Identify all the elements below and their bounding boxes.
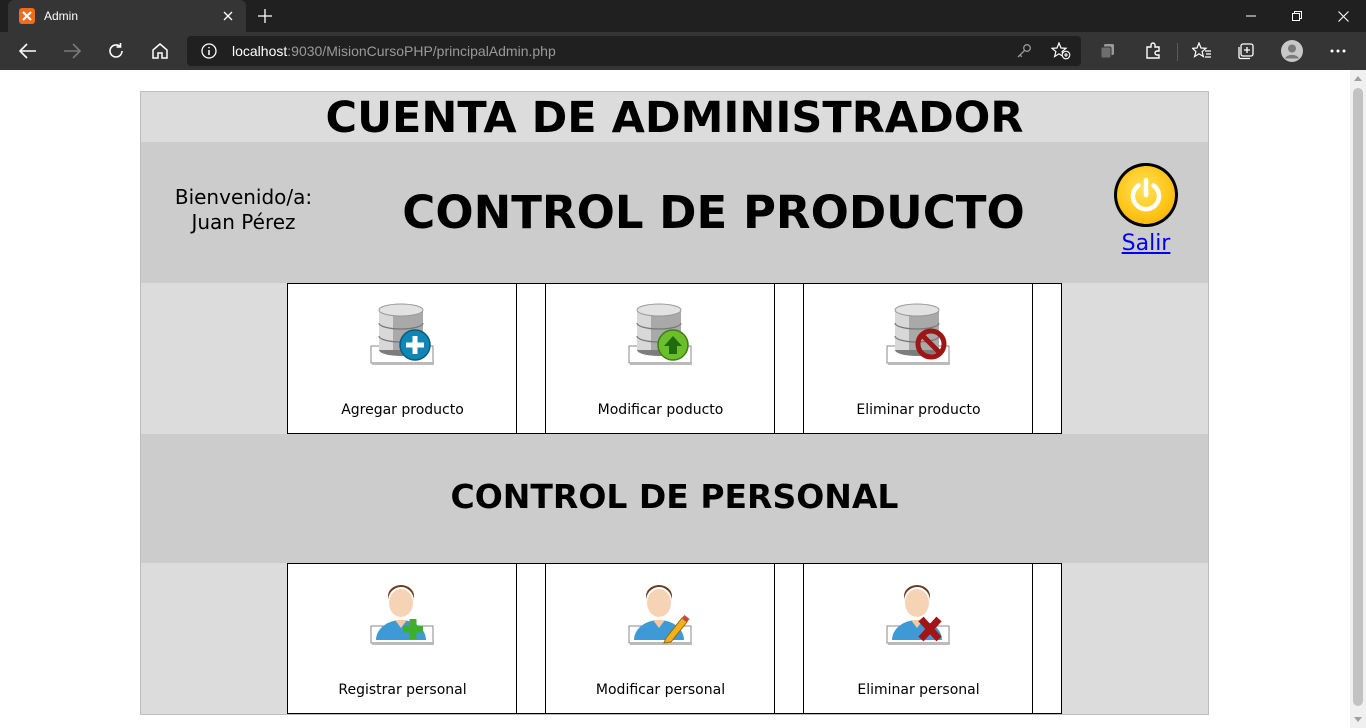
user-delete-icon[interactable] xyxy=(884,580,954,650)
logout-link[interactable]: Salir xyxy=(1113,231,1179,256)
new-tab-icon[interactable] xyxy=(251,2,279,30)
personal-section-title: CONTROL DE PERSONAL xyxy=(450,477,899,516)
row-spacer xyxy=(517,564,546,713)
scrollbar-thumb[interactable] xyxy=(1353,88,1363,706)
page-title: CUENTA DE ADMINISTRADOR xyxy=(141,92,1208,143)
minimize-icon[interactable] xyxy=(1228,0,1274,32)
user-add-icon[interactable] xyxy=(368,580,438,650)
scroll-up-icon[interactable] xyxy=(1354,76,1362,81)
row-spacer xyxy=(1033,284,1062,433)
personal-header-band: CONTROL DE PERSONAL xyxy=(141,434,1208,563)
url-host: localhost xyxy=(232,43,288,59)
personal-actions-row: Registrar personal Modificar personal El… xyxy=(287,563,1062,714)
delete-personal-cell[interactable]: Eliminar personal xyxy=(804,564,1033,713)
add-product-label[interactable]: Agregar producto xyxy=(288,402,517,418)
database-delete-icon[interactable] xyxy=(884,300,954,370)
browser-toolbar: localhost:9030/MisionCursoPHP/principalA… xyxy=(0,32,1366,70)
product-actions-row: Agregar producto Modificar poducto Elimi… xyxy=(287,283,1062,434)
favorites-icon[interactable] xyxy=(1186,36,1218,66)
home-icon[interactable] xyxy=(144,36,176,66)
restore-icon[interactable] xyxy=(1274,0,1320,32)
row-spacer xyxy=(517,284,546,433)
row-spacer xyxy=(775,284,804,433)
tab-close-icon[interactable] xyxy=(214,2,242,30)
address-bar[interactable]: localhost:9030/MisionCursoPHP/principalA… xyxy=(187,36,1081,66)
settings-more-icon[interactable] xyxy=(1322,36,1354,66)
product-section-title: CONTROL DE PRODUCTO xyxy=(402,186,1025,239)
tab-title: Admin xyxy=(44,9,79,23)
delete-product-label[interactable]: Eliminar producto xyxy=(804,402,1033,418)
database-update-icon[interactable] xyxy=(626,300,696,370)
power-icon[interactable] xyxy=(1114,163,1178,227)
delete-personal-label[interactable]: Eliminar personal xyxy=(804,682,1033,698)
tab-actions-icon[interactable] xyxy=(1230,36,1262,66)
back-icon[interactable] xyxy=(12,36,44,66)
add-product-cell[interactable]: Agregar producto xyxy=(288,284,517,433)
modify-product-cell[interactable]: Modificar poducto xyxy=(546,284,775,433)
user-edit-icon[interactable] xyxy=(626,580,696,650)
browser-titlebar: Admin xyxy=(0,0,1366,32)
admin-panel: CUENTA DE ADMINISTRADOR Bienvenido/a: Ju… xyxy=(140,91,1209,715)
url-text[interactable]: localhost:9030/MisionCursoPHP/principalA… xyxy=(232,43,556,59)
scroll-down-icon[interactable] xyxy=(1354,717,1362,722)
toolbar-separator xyxy=(1177,43,1178,61)
url-path: :9030/MisionCursoPHP/principalAdmin.php xyxy=(287,43,556,59)
register-personal-cell[interactable]: Registrar personal xyxy=(288,564,517,713)
profile-avatar-icon[interactable] xyxy=(1276,36,1308,66)
browser-tab[interactable]: Admin xyxy=(8,0,246,32)
row-spacer xyxy=(1033,564,1062,713)
modify-personal-cell[interactable]: Modificar personal xyxy=(546,564,775,713)
site-info-icon[interactable] xyxy=(199,41,219,61)
key-icon[interactable] xyxy=(1014,41,1034,61)
xampp-favicon-icon xyxy=(19,8,35,24)
modify-personal-label[interactable]: Modificar personal xyxy=(546,682,775,698)
register-personal-label[interactable]: Registrar personal xyxy=(288,682,517,698)
modify-product-label[interactable]: Modificar poducto xyxy=(546,402,775,418)
delete-product-cell[interactable]: Eliminar producto xyxy=(804,284,1033,433)
close-window-icon[interactable] xyxy=(1320,0,1366,32)
row-spacer xyxy=(775,564,804,713)
database-add-icon[interactable] xyxy=(368,300,438,370)
collections-icon[interactable] xyxy=(1092,36,1124,66)
forward-icon[interactable] xyxy=(56,36,88,66)
add-favorite-icon[interactable] xyxy=(1051,41,1071,61)
extensions-icon[interactable] xyxy=(1137,36,1169,66)
product-header-band: Bienvenido/a: Juan Pérez CONTROL DE PROD… xyxy=(141,142,1208,283)
logout-control[interactable]: Salir xyxy=(1113,163,1179,256)
refresh-icon[interactable] xyxy=(100,36,132,66)
